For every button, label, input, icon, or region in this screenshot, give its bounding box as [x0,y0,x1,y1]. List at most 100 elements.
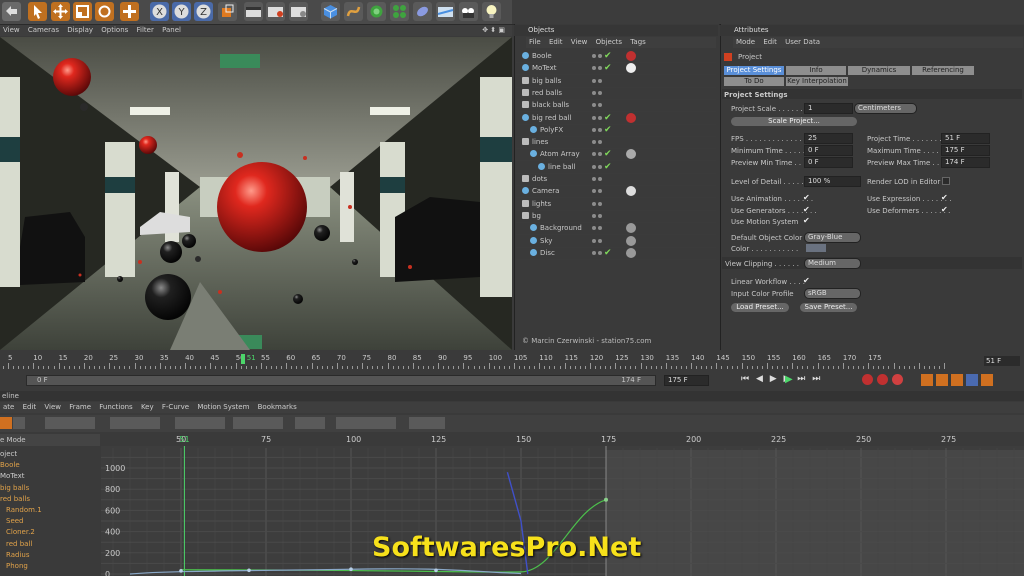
visibility-dots[interactable] [592,222,606,234]
use-motion-system-checkbox[interactable]: ✔ [803,216,810,225]
objects-menu-view[interactable]: View [571,38,588,46]
visibility-dots[interactable] [592,87,606,99]
fcurve-menu-create[interactable]: ate [3,403,14,411]
visibility-dots[interactable] [592,235,606,247]
object-row[interactable]: dots [516,173,716,186]
attributes-menu-user-data[interactable]: User Data [785,38,820,46]
attributes-menu-edit[interactable]: Edit [763,38,777,46]
minimum-time-field[interactable]: 0 F [804,145,853,156]
viewport-menu-panel[interactable]: Panel [162,26,181,34]
object-row[interactable]: lines [516,136,716,150]
tab-project-settings[interactable]: Project Settings [724,66,784,75]
maximum-time-field[interactable]: 175 F [941,145,990,156]
linear-workflow-checkbox[interactable]: ✔ [803,276,810,285]
input-color-profile-select[interactable]: sRGB [804,288,861,299]
color-swatch[interactable] [806,244,826,252]
objects-menu-objects[interactable]: Objects [596,38,622,46]
render-settings-icon[interactable] [289,2,308,21]
track-row[interactable]: Random.1 [0,505,106,516]
object-row[interactable]: big balls [516,75,716,88]
track-row[interactable]: Seed [0,516,106,527]
scale-project-button[interactable]: Scale Project... [731,117,857,126]
nurbs-icon[interactable] [367,2,386,21]
visibility-dots[interactable] [592,173,606,185]
playback-controls[interactable]: ⏮ ◀ ▶ ▶ ⏭ ⏭ [741,374,856,386]
current-frame-field[interactable]: 51 F [984,356,1020,366]
floor-icon[interactable] [436,2,455,21]
viewport-menu-view[interactable]: View [3,26,20,34]
track-row[interactable]: MoText [0,471,100,482]
track-row[interactable]: red balls [0,494,100,505]
undo-icon[interactable] [2,2,21,21]
cube-icon[interactable] [321,2,340,21]
object-row[interactable]: Camera [516,185,716,199]
tab-to-do[interactable]: To Do [724,77,784,86]
enabled-check-icon[interactable]: ✔ [604,62,612,74]
attributes-menu-mode[interactable]: Mode [736,38,755,46]
fcurve-menu-fcurve[interactable]: F-Curve [162,403,189,411]
object-row[interactable]: Background [516,222,716,236]
fcurve-menu-motion-system[interactable]: Motion System [197,403,249,411]
z-axis-icon[interactable]: Z [194,2,213,21]
spline-pen-icon[interactable] [344,2,363,21]
material-tag-icon[interactable] [626,235,636,246]
visibility-dots[interactable] [592,99,606,111]
object-row[interactable]: black balls [516,99,716,113]
preview-min-time-field[interactable]: 0 F [804,157,853,168]
visibility-dots[interactable] [592,210,606,222]
track-row[interactable]: Cloner.2 [0,527,106,538]
objects-menu-file[interactable]: File [529,38,541,46]
render-lod-checkbox[interactable] [942,177,950,185]
project-time-field[interactable]: 51 F [941,133,990,144]
object-row[interactable]: lights [516,198,716,211]
visibility-dots[interactable] [592,75,606,87]
save-preset-button[interactable]: Save Preset... [800,303,857,312]
x-axis-icon[interactable]: X [150,2,169,21]
default-object-color-select[interactable]: Gray-Blue [804,232,861,243]
viewport-menu-filter[interactable]: Filter [137,26,154,34]
use-deformers-checkbox[interactable]: ✔ [941,205,948,214]
end-frame-field[interactable]: 175 F [664,375,709,386]
viewport-nav-icons[interactable]: ✥ ⬍ ▣ [482,25,505,36]
object-row[interactable]: MoText ✔ [516,62,716,76]
enabled-check-icon[interactable]: ✔ [604,148,612,160]
object-row[interactable]: bg [516,210,716,223]
enabled-check-icon[interactable]: ✔ [604,50,612,62]
add-object-icon[interactable] [120,2,139,21]
3d-viewport[interactable] [0,37,512,350]
material-tag-icon[interactable] [626,247,636,258]
tab-info[interactable]: Info [786,66,846,75]
fcurve-menu-key[interactable]: Key [141,403,154,411]
fcurve-menu-functions[interactable]: Functions [99,403,132,411]
y-axis-icon[interactable]: Y [172,2,191,21]
tab-dynamics[interactable]: Dynamics [848,66,910,75]
coordinate-system-icon[interactable] [218,2,237,21]
fps-field[interactable]: 25 [804,133,853,144]
render-picture-viewer-icon[interactable] [266,2,285,21]
use-generators-checkbox[interactable]: ✔ [803,205,810,214]
object-row[interactable]: PolyFX ✔ [516,124,716,137]
viewport-menu-options[interactable]: Options [101,26,128,34]
material-tag-icon[interactable] [626,112,636,123]
object-row[interactable]: Boole ✔ [516,50,716,63]
playhead-marker[interactable] [240,354,245,364]
object-row[interactable]: big red ball ✔ [516,112,716,125]
project-scale-field[interactable]: 1 [804,103,853,114]
rotate-icon[interactable] [95,2,114,21]
fcurve-menu-view[interactable]: View [44,403,61,411]
live-select-icon[interactable] [28,2,47,21]
viewport-menu-cameras[interactable]: Cameras [28,26,59,34]
record-buttons[interactable] [862,374,916,386]
viewport-menu-display[interactable]: Display [67,26,93,34]
preview-range-slider[interactable]: 0 F 174 F [26,375,656,386]
level-of-detail-field[interactable]: 100 % [804,176,861,187]
track-row[interactable]: red ball [0,539,106,550]
track-row[interactable]: Phong [0,561,106,572]
material-tag-icon[interactable] [626,51,636,61]
deformer-icon[interactable] [413,2,432,21]
play-button[interactable]: ▶ [785,374,793,385]
use-expression-checkbox[interactable]: ✔ [941,193,948,202]
fcurve-menu-edit[interactable]: Edit [23,403,37,411]
enabled-check-icon[interactable]: ✔ [604,112,612,124]
visibility-dots[interactable] [592,198,606,210]
